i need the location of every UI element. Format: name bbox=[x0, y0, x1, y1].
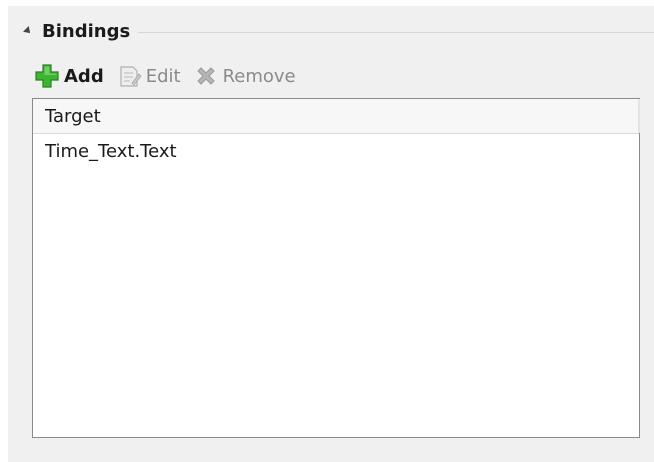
section-divider bbox=[138, 31, 654, 33]
bindings-section-header[interactable]: Bindings bbox=[18, 16, 654, 46]
column-resize-handle[interactable] bbox=[638, 99, 640, 133]
collapse-arrow-icon[interactable] bbox=[23, 26, 33, 36]
column-header-label: Target bbox=[45, 105, 101, 127]
remove-x-icon bbox=[193, 63, 219, 89]
bindings-toolbar: Add Edit Remove bbox=[34, 61, 308, 91]
section-title: Bindings bbox=[42, 20, 131, 42]
edit-button-label: Edit bbox=[145, 65, 181, 87]
remove-button-label: Remove bbox=[222, 65, 296, 87]
edit-pencil-icon bbox=[116, 63, 142, 89]
add-button[interactable]: Add bbox=[34, 63, 104, 89]
list-item-target: Time_Text.Text bbox=[45, 140, 177, 162]
list-item[interactable]: Time_Text.Text bbox=[33, 134, 639, 168]
plus-icon bbox=[34, 63, 60, 89]
add-button-label: Add bbox=[64, 65, 104, 87]
properties-panel: Bindings Add Edit Remove Target Time_Tex… bbox=[8, 6, 654, 462]
column-header-target[interactable]: Target bbox=[33, 99, 640, 134]
bindings-list[interactable]: Target Time_Text.Text bbox=[32, 98, 640, 438]
edit-button[interactable]: Edit bbox=[116, 63, 181, 89]
remove-button[interactable]: Remove bbox=[193, 63, 296, 89]
